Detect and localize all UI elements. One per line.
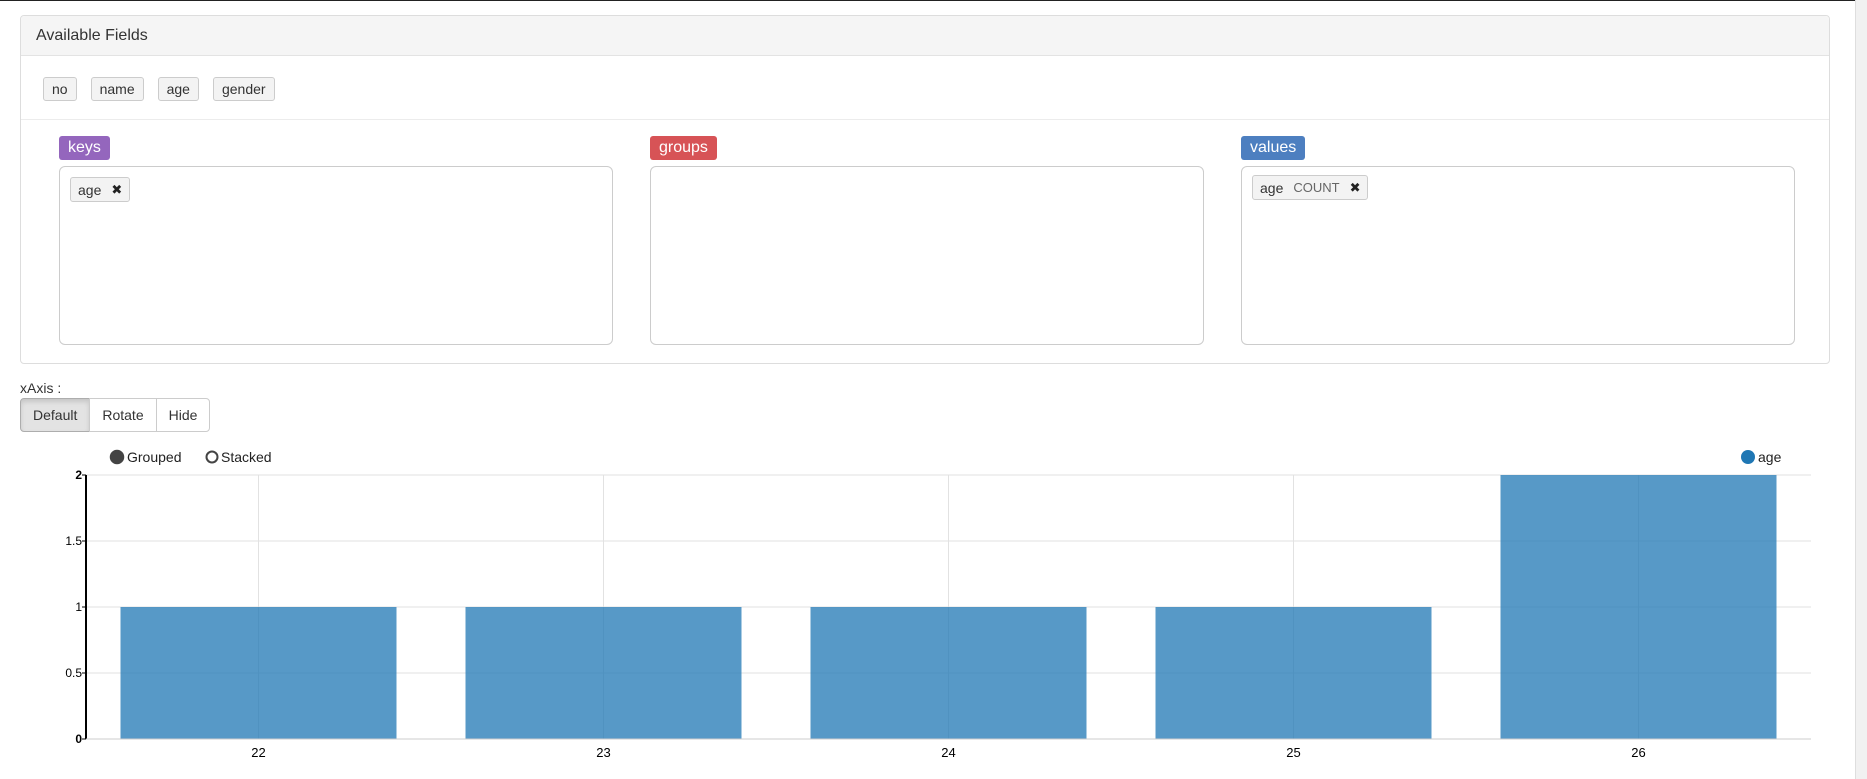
x-tick-label: 25 xyxy=(1286,745,1300,760)
groups-dropzone[interactable] xyxy=(650,166,1204,345)
legend-label[interactable]: age xyxy=(1758,449,1782,465)
key-chip-age[interactable]: age ✖ xyxy=(70,177,131,202)
available-fields-panel: Available Fields no name age gender keys… xyxy=(20,15,1830,364)
x-tick-label: 22 xyxy=(251,745,265,760)
field-list: no name age gender xyxy=(43,77,275,101)
groups-label: groups xyxy=(650,136,717,160)
remove-icon[interactable]: ✖ xyxy=(111,178,122,202)
bar xyxy=(465,607,742,739)
field-chip-name[interactable]: name xyxy=(90,77,144,101)
field-chip-no[interactable]: no xyxy=(43,77,77,101)
panel-divider xyxy=(21,119,1829,120)
xaxis-button-group: Default Rotate Hide xyxy=(20,398,211,432)
field-chip-gender[interactable]: gender xyxy=(212,77,275,101)
values-label: values xyxy=(1241,136,1306,160)
values-column: values age COUNT ✖ xyxy=(1241,136,1795,345)
value-chip-age[interactable]: age COUNT ✖ xyxy=(1252,175,1369,200)
keys-label: keys xyxy=(59,136,110,160)
remove-icon[interactable]: ✖ xyxy=(1350,176,1361,200)
aggregation-label[interactable]: COUNT xyxy=(1293,176,1339,200)
bar xyxy=(810,607,1087,739)
xaxis-default-button[interactable]: Default xyxy=(20,398,91,432)
bar xyxy=(1500,475,1777,739)
top-border xyxy=(0,0,1867,1)
groups-column: groups xyxy=(650,136,1204,345)
x-tick-label: 23 xyxy=(596,745,610,760)
legend-dot-icon[interactable] xyxy=(1741,450,1755,464)
stacked-label[interactable]: Stacked xyxy=(221,449,272,465)
grouped-label[interactable]: Grouped xyxy=(127,449,181,465)
y-tick-label: 0 xyxy=(75,732,82,746)
values-dropzone[interactable]: age COUNT ✖ xyxy=(1241,166,1795,345)
panel-title: Available Fields xyxy=(21,16,1829,56)
key-chip-label: age xyxy=(78,181,102,198)
x-tick-label: 24 xyxy=(941,745,955,760)
bar-chart: 00.511.5222 23 24 25 26 Grouped Stacked age xyxy=(65,449,1811,760)
value-chip-label: age xyxy=(1260,179,1284,196)
xaxis-rotate-button[interactable]: Rotate xyxy=(89,398,157,432)
keys-column: keys age ✖ xyxy=(59,136,613,345)
y-tick-label: 2 xyxy=(75,468,82,482)
keys-dropzone[interactable]: age ✖ xyxy=(59,166,613,345)
grouped-radio-icon[interactable] xyxy=(109,449,125,465)
mode-stacked-control[interactable]: Stacked xyxy=(205,449,272,465)
mode-grouped-control[interactable]: Grouped xyxy=(109,449,182,465)
stacked-radio-icon[interactable] xyxy=(205,450,219,464)
bar xyxy=(1155,607,1432,739)
legend[interactable]: age xyxy=(1741,449,1782,465)
xaxis-label: xAxis : xyxy=(20,380,62,396)
y-tick-label: 1.5 xyxy=(65,534,82,548)
bar xyxy=(120,607,397,739)
x-tick-label: 26 xyxy=(1631,745,1645,760)
field-chip-age[interactable]: age xyxy=(157,77,199,101)
y-tick-label: 0.5 xyxy=(65,666,82,680)
y-tick-label: 1 xyxy=(75,600,82,614)
xaxis-hide-button[interactable]: Hide xyxy=(155,398,211,432)
